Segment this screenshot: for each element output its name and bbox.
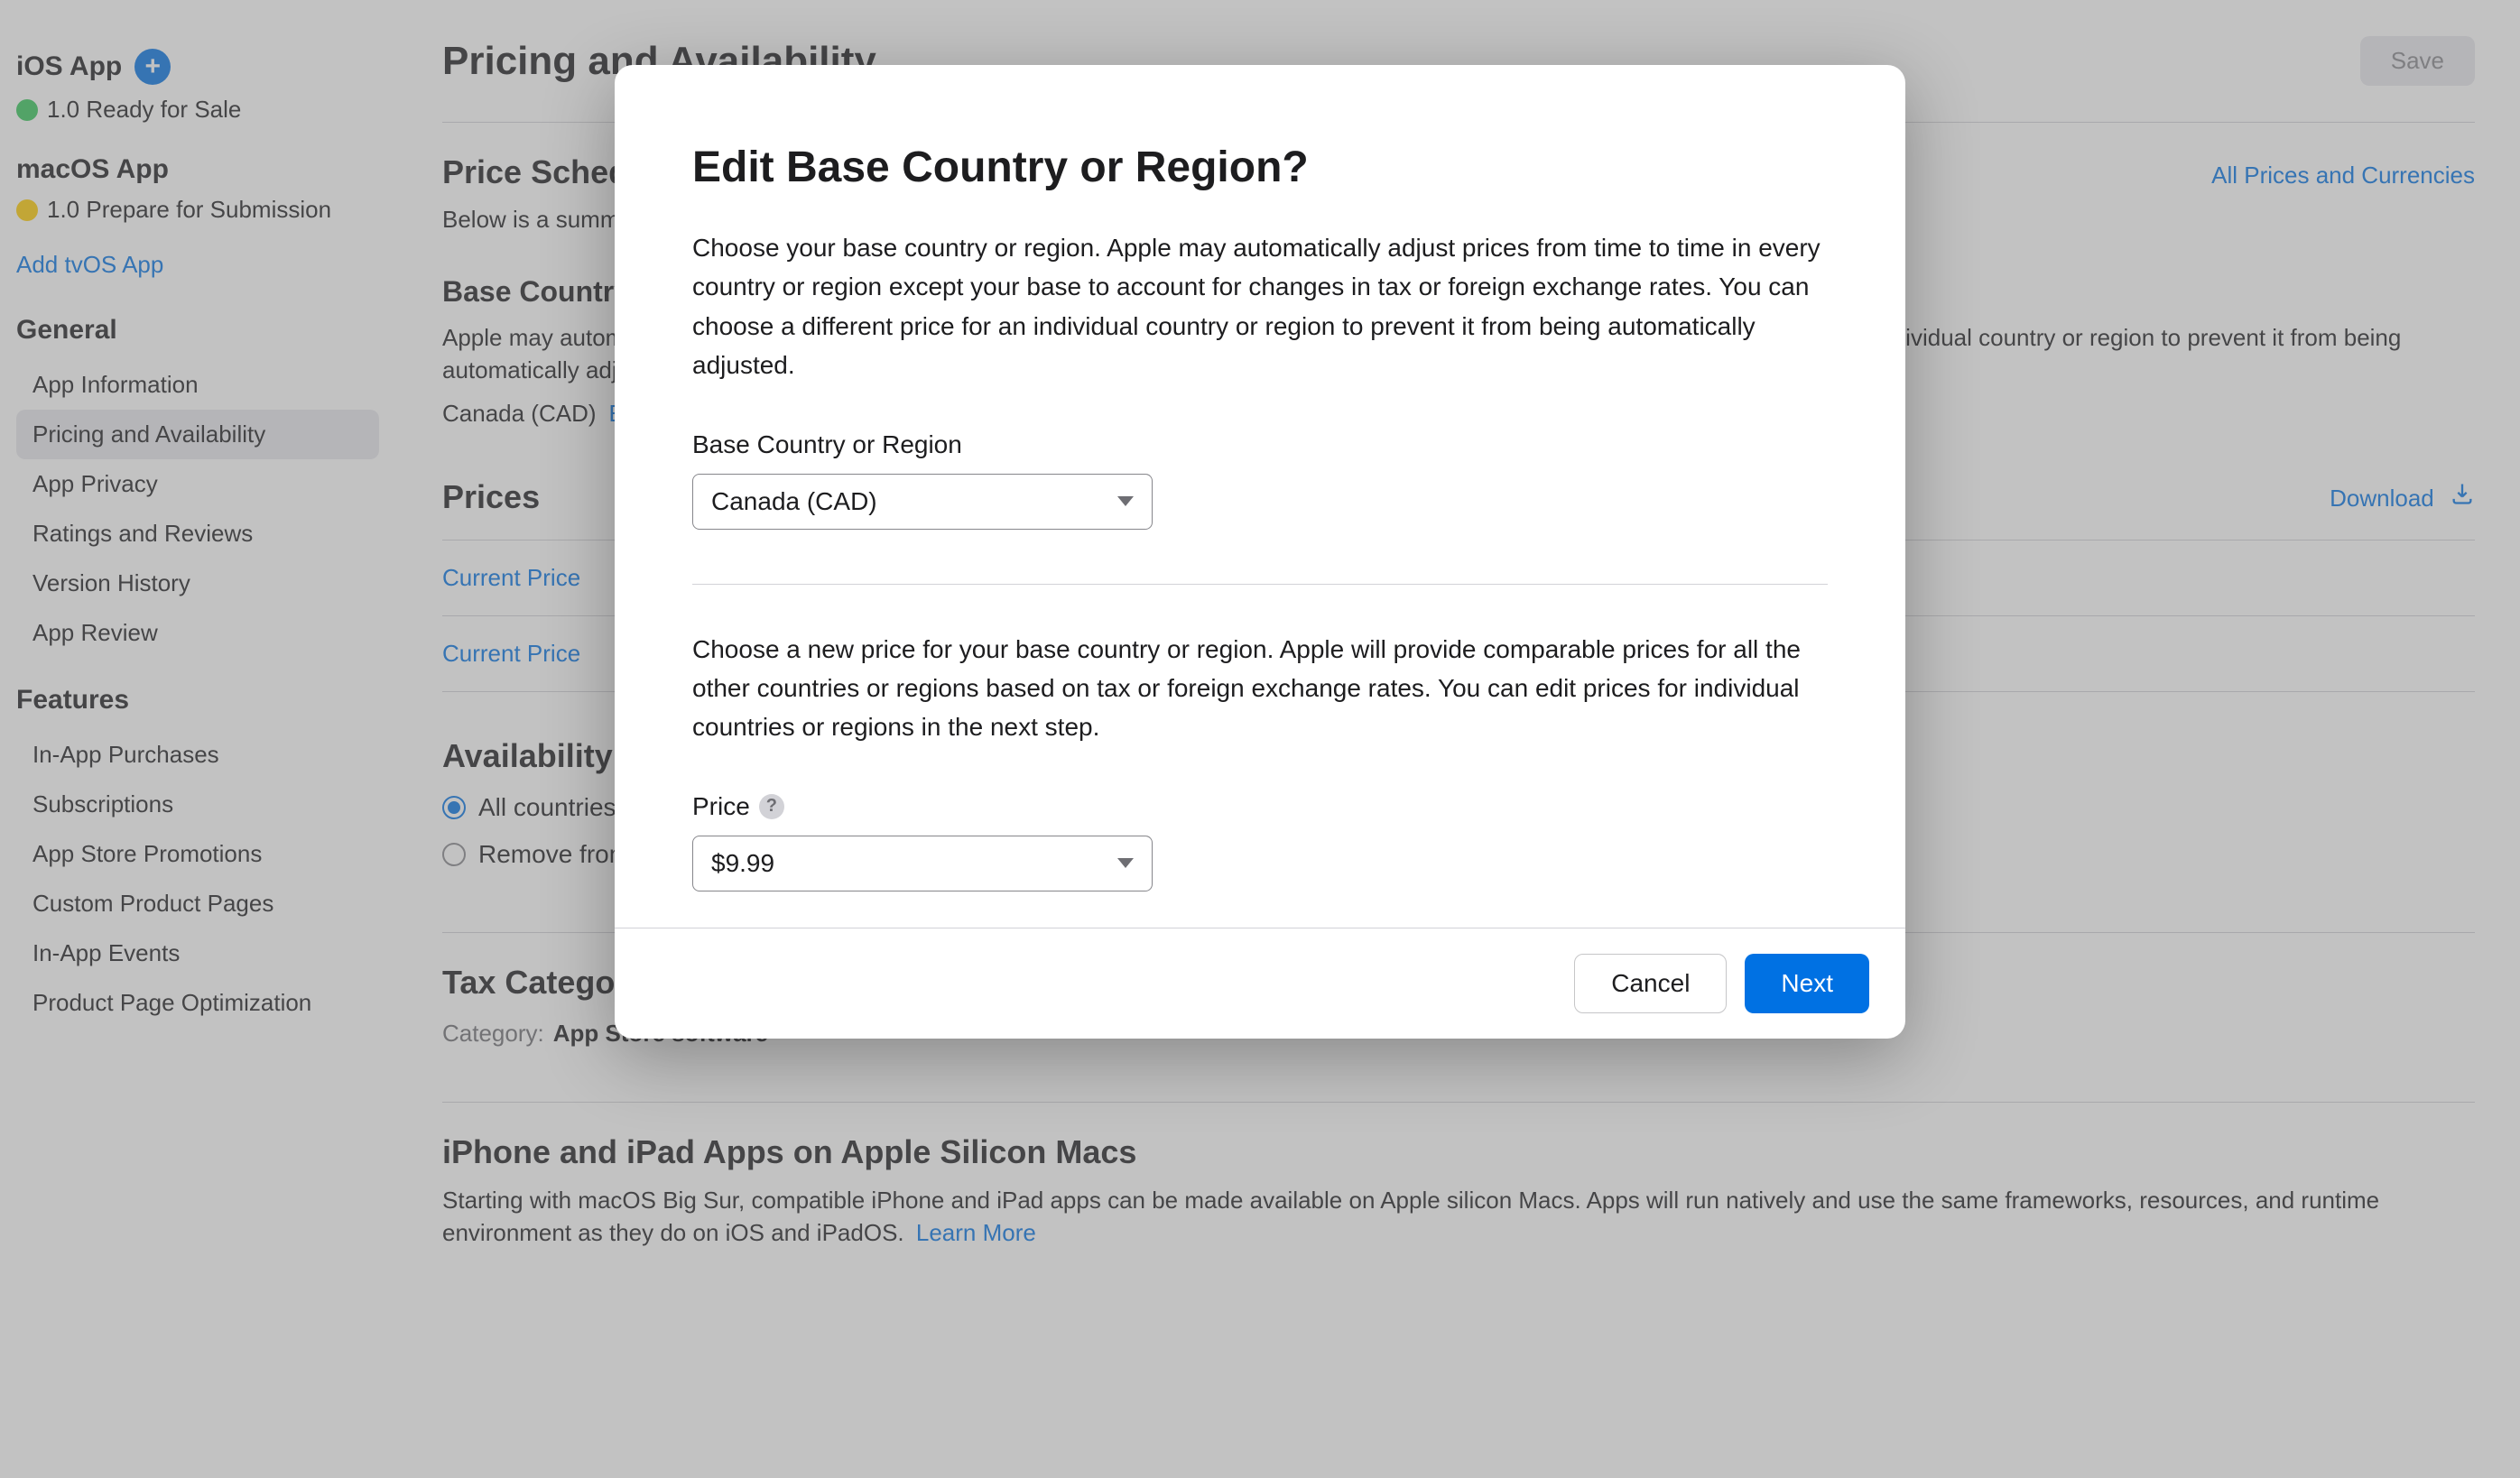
base-country-select-value: Canada (CAD) bbox=[711, 487, 877, 516]
price-field-label: Price ? bbox=[692, 792, 1828, 821]
modal-title: Edit Base Country or Region? bbox=[692, 143, 1828, 192]
modal-desc-1: Choose your base country or region. Appl… bbox=[692, 228, 1828, 385]
price-select[interactable]: $9.99 bbox=[692, 836, 1153, 891]
edit-base-country-modal: Edit Base Country or Region? Choose your… bbox=[615, 65, 1905, 1039]
price-select-value: $9.99 bbox=[711, 849, 774, 878]
base-country-select[interactable]: Canada (CAD) bbox=[692, 474, 1153, 530]
info-icon[interactable]: ? bbox=[759, 794, 784, 819]
base-country-field-label: Base Country or Region bbox=[692, 430, 1828, 459]
chevron-down-icon bbox=[1117, 858, 1134, 868]
cancel-button[interactable]: Cancel bbox=[1574, 954, 1727, 1013]
modal-divider bbox=[692, 584, 1828, 585]
modal-desc-2: Choose a new price for your base country… bbox=[692, 630, 1828, 747]
modal-overlay: Edit Base Country or Region? Choose your… bbox=[0, 0, 2520, 1478]
modal-footer: Cancel Next bbox=[615, 928, 1905, 1039]
chevron-down-icon bbox=[1117, 496, 1134, 506]
next-button[interactable]: Next bbox=[1745, 954, 1869, 1013]
